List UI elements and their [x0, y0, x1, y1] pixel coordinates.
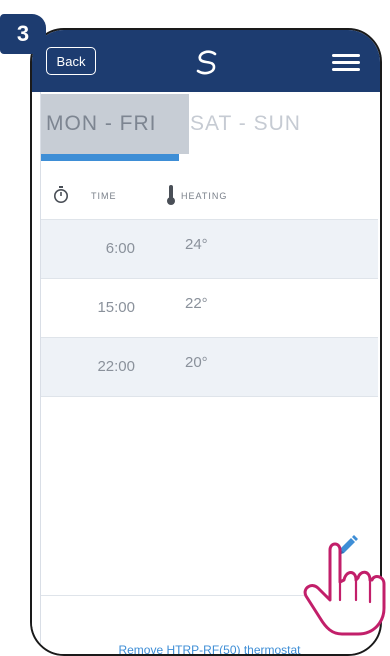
hand-pointer-icon — [303, 542, 386, 636]
schedule-row[interactable]: 6:00 24° — [41, 220, 378, 278]
time-column-header: TIME — [91, 191, 117, 201]
row-time: 6:00 — [105, 240, 135, 257]
hamburger-icon[interactable] — [332, 54, 360, 72]
active-tab-indicator — [41, 154, 179, 161]
schedule-row[interactable]: 15:00 22° — [41, 279, 378, 337]
row-temperature: 24° — [185, 236, 208, 253]
day-tabs: MON - FRI SAT - SUN — [41, 92, 378, 162]
row-divider — [41, 396, 378, 397]
table-header: TIME HEATING — [41, 180, 378, 210]
row-temperature: 20° — [185, 354, 208, 371]
remove-thermostat-link[interactable]: Remove HTRP-RF(50) thermostat — [41, 643, 378, 654]
thermometer-icon — [167, 185, 175, 205]
row-time: 15:00 — [97, 299, 135, 316]
back-button[interactable]: Back — [46, 47, 96, 75]
row-time: 22:00 — [97, 358, 135, 375]
schedule-row[interactable]: 22:00 20° — [41, 338, 378, 396]
step-number-badge: 3 — [0, 14, 46, 54]
brand-logo-icon — [196, 50, 217, 75]
row-temperature: 22° — [185, 295, 208, 312]
timer-icon — [54, 186, 68, 203]
heating-column-header: HEATING — [181, 191, 228, 201]
tab-mon-fri[interactable]: MON - FRI — [41, 94, 189, 154]
top-bar: Back — [32, 30, 380, 92]
tab-sat-sun[interactable]: SAT - SUN — [185, 94, 306, 154]
